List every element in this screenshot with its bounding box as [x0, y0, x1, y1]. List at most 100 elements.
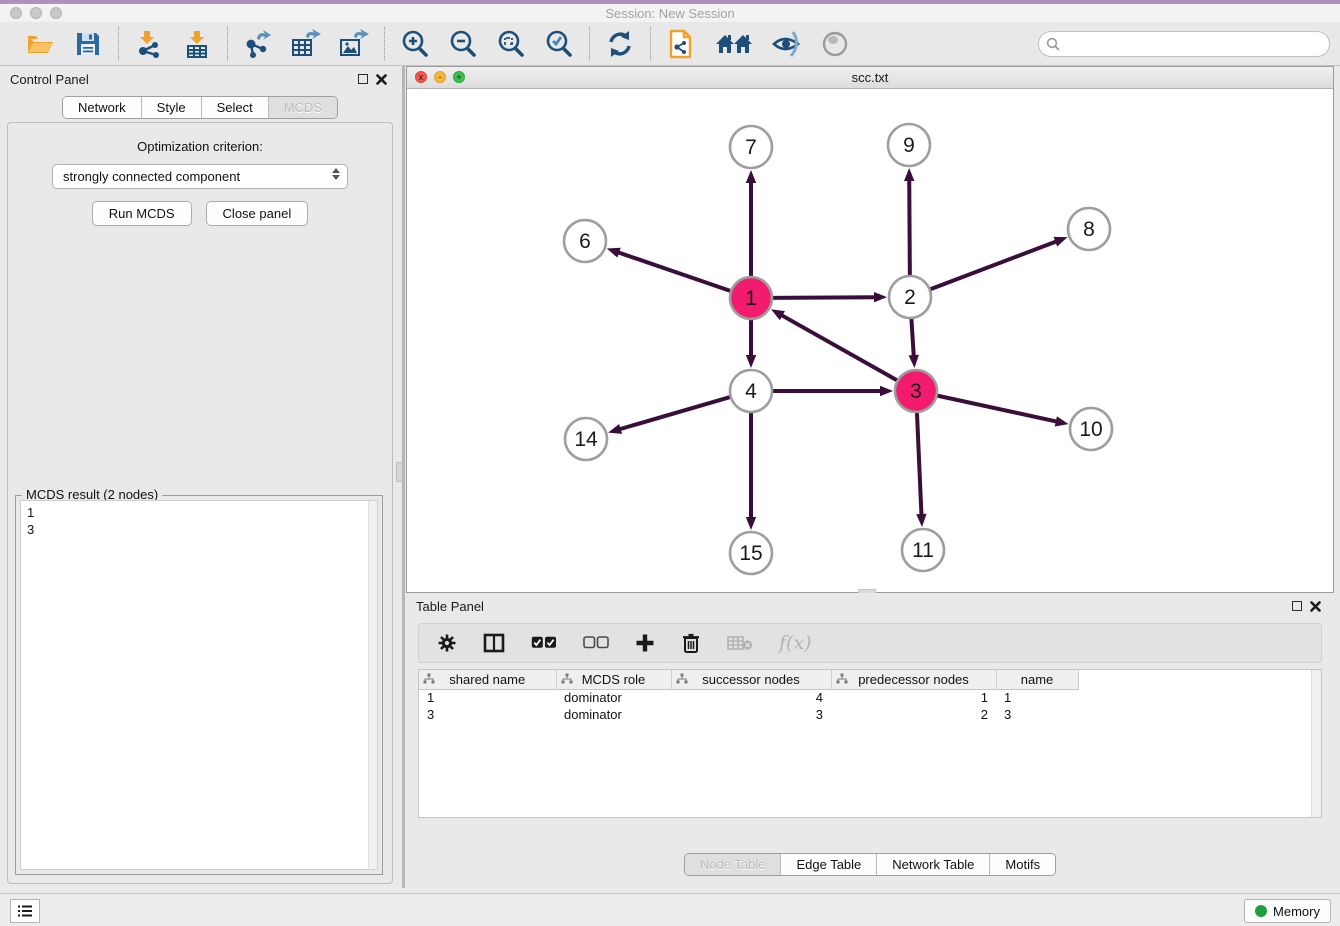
- deselect-all-button[interactable]: [583, 636, 609, 650]
- open-file-button[interactable]: [24, 28, 56, 60]
- tab-select[interactable]: Select: [201, 97, 268, 118]
- select-all-button[interactable]: [531, 636, 557, 650]
- delete-column-button[interactable]: [681, 632, 701, 654]
- column-type-icon: [676, 673, 688, 685]
- float-panel-button[interactable]: [354, 70, 372, 88]
- column-header-label: successor nodes: [702, 672, 800, 687]
- search-icon: [1046, 37, 1060, 51]
- column-header-successor-nodes[interactable]: successor nodes: [671, 670, 831, 689]
- table-cell[interactable]: 3: [996, 706, 1078, 723]
- table-toolbar: f(x): [418, 623, 1322, 663]
- main-toolbar: [0, 22, 1340, 66]
- column-header-name[interactable]: name: [996, 670, 1078, 689]
- save-session-button[interactable]: [72, 28, 104, 60]
- import-table-icon: [182, 29, 212, 59]
- clone-network-icon: [667, 28, 695, 60]
- table-cell[interactable]: 1: [831, 689, 996, 706]
- table-cell[interactable]: 2: [831, 706, 996, 723]
- selected-criterion-value: strongly connected component: [63, 169, 240, 184]
- control-panel-title: Control Panel: [10, 72, 89, 87]
- network-window-titlebar[interactable]: x - + scc.txt: [407, 67, 1333, 89]
- graph-arrowhead: [746, 170, 756, 183]
- graph-arrowhead: [1053, 237, 1067, 247]
- tab-network[interactable]: Network: [63, 97, 141, 118]
- table-panel-title: Table Panel: [416, 599, 484, 614]
- run-mcds-button[interactable]: Run MCDS: [92, 201, 192, 226]
- graph-arrowhead: [874, 292, 887, 302]
- split-table-view-button[interactable]: [483, 633, 505, 653]
- table-scrollbar[interactable]: [1311, 670, 1321, 817]
- table-cell[interactable]: 3: [671, 706, 831, 723]
- tab-motifs[interactable]: Motifs: [989, 854, 1055, 875]
- graph-edge-2-8[interactable]: [929, 241, 1058, 290]
- search-input[interactable]: [1038, 31, 1330, 57]
- column-header-MCDS-role[interactable]: MCDS role: [556, 670, 671, 689]
- clone-network-button[interactable]: [665, 28, 697, 60]
- column-header-predecessor-nodes[interactable]: predecessor nodes: [831, 670, 996, 689]
- close-panel-button-mcds[interactable]: Close panel: [206, 201, 309, 226]
- main-titlebar: Session: New Session: [0, 4, 1340, 22]
- tab-style[interactable]: Style: [141, 97, 201, 118]
- graph-edge-4-14[interactable]: [619, 397, 732, 430]
- graph-node-label: 15: [739, 542, 762, 565]
- row-filler: [1078, 689, 1321, 706]
- graph-edge-3-11[interactable]: [917, 411, 922, 516]
- column-header-label: shared name: [449, 672, 525, 687]
- mcds-result-textarea[interactable]: 1 3: [20, 500, 378, 870]
- float-table-panel-button[interactable]: [1288, 597, 1306, 615]
- tab-mcds[interactable]: MCDS: [268, 97, 337, 118]
- apply-layout-button[interactable]: [604, 28, 636, 60]
- zoom-out-button[interactable]: [447, 28, 479, 60]
- column-header-shared-name[interactable]: shared name: [419, 670, 556, 689]
- table-row[interactable]: 3dominator323: [419, 706, 1321, 723]
- table-cell[interactable]: 1: [419, 689, 556, 706]
- export-table-icon: [290, 29, 322, 59]
- plus-icon: [635, 633, 655, 653]
- homes-icon: [714, 30, 754, 58]
- tab-network-table[interactable]: Network Table: [876, 854, 989, 875]
- import-table-button[interactable]: [181, 28, 213, 60]
- result-scrollbar[interactable]: [368, 501, 377, 869]
- graph-edge-3-1[interactable]: [781, 315, 899, 381]
- graph-edge-1-2[interactable]: [771, 297, 876, 298]
- add-column-button[interactable]: [635, 633, 655, 653]
- first-neighbors-button[interactable]: [713, 28, 755, 60]
- network-graph[interactable]: 7968124314101511: [407, 89, 1333, 593]
- task-history-button[interactable]: [10, 899, 40, 923]
- graph-edge-2-3[interactable]: [911, 317, 914, 357]
- zoom-fit-button[interactable]: [495, 28, 527, 60]
- table-cell[interactable]: 3: [419, 706, 556, 723]
- hide-selected-button[interactable]: [771, 28, 803, 60]
- table-row[interactable]: 1dominator411: [419, 689, 1321, 706]
- tab-node-table[interactable]: Node Table: [685, 854, 781, 875]
- tab-edge-table[interactable]: Edge Table: [780, 854, 876, 875]
- delete-table-button[interactable]: [727, 634, 753, 652]
- graph-edge-1-6[interactable]: [617, 252, 732, 291]
- graph-edge-3-10[interactable]: [936, 395, 1058, 422]
- table-settings-button[interactable]: [437, 633, 457, 653]
- close-table-panel-button[interactable]: [1306, 597, 1324, 615]
- export-table-button[interactable]: [290, 28, 322, 60]
- graph-arrowhead: [916, 514, 926, 527]
- vertical-splitter-handle[interactable]: [396, 462, 403, 482]
- float-icon: [358, 74, 368, 84]
- memory-button[interactable]: Memory: [1244, 899, 1331, 923]
- table-cell[interactable]: 4: [671, 689, 831, 706]
- close-panel-button[interactable]: [372, 70, 390, 88]
- function-builder-button[interactable]: f(x): [779, 632, 812, 654]
- zoom-selected-button[interactable]: [543, 28, 575, 60]
- header-filler: [1078, 670, 1321, 689]
- show-graphics-details-button[interactable]: [819, 28, 851, 60]
- search-container: [1038, 31, 1330, 57]
- export-image-button[interactable]: [338, 28, 370, 60]
- graph-edge-2-9[interactable]: [909, 179, 910, 277]
- table-cell[interactable]: dominator: [556, 706, 671, 723]
- table-cell[interactable]: dominator: [556, 689, 671, 706]
- zoom-in-button[interactable]: [399, 28, 431, 60]
- export-network-button[interactable]: [242, 28, 274, 60]
- import-network-button[interactable]: [133, 28, 165, 60]
- optimization-criterion-select[interactable]: strongly connected component: [52, 164, 348, 189]
- table-cell[interactable]: 1: [996, 689, 1078, 706]
- network-canvas[interactable]: 7968124314101511: [407, 89, 1333, 592]
- memory-label: Memory: [1273, 904, 1320, 919]
